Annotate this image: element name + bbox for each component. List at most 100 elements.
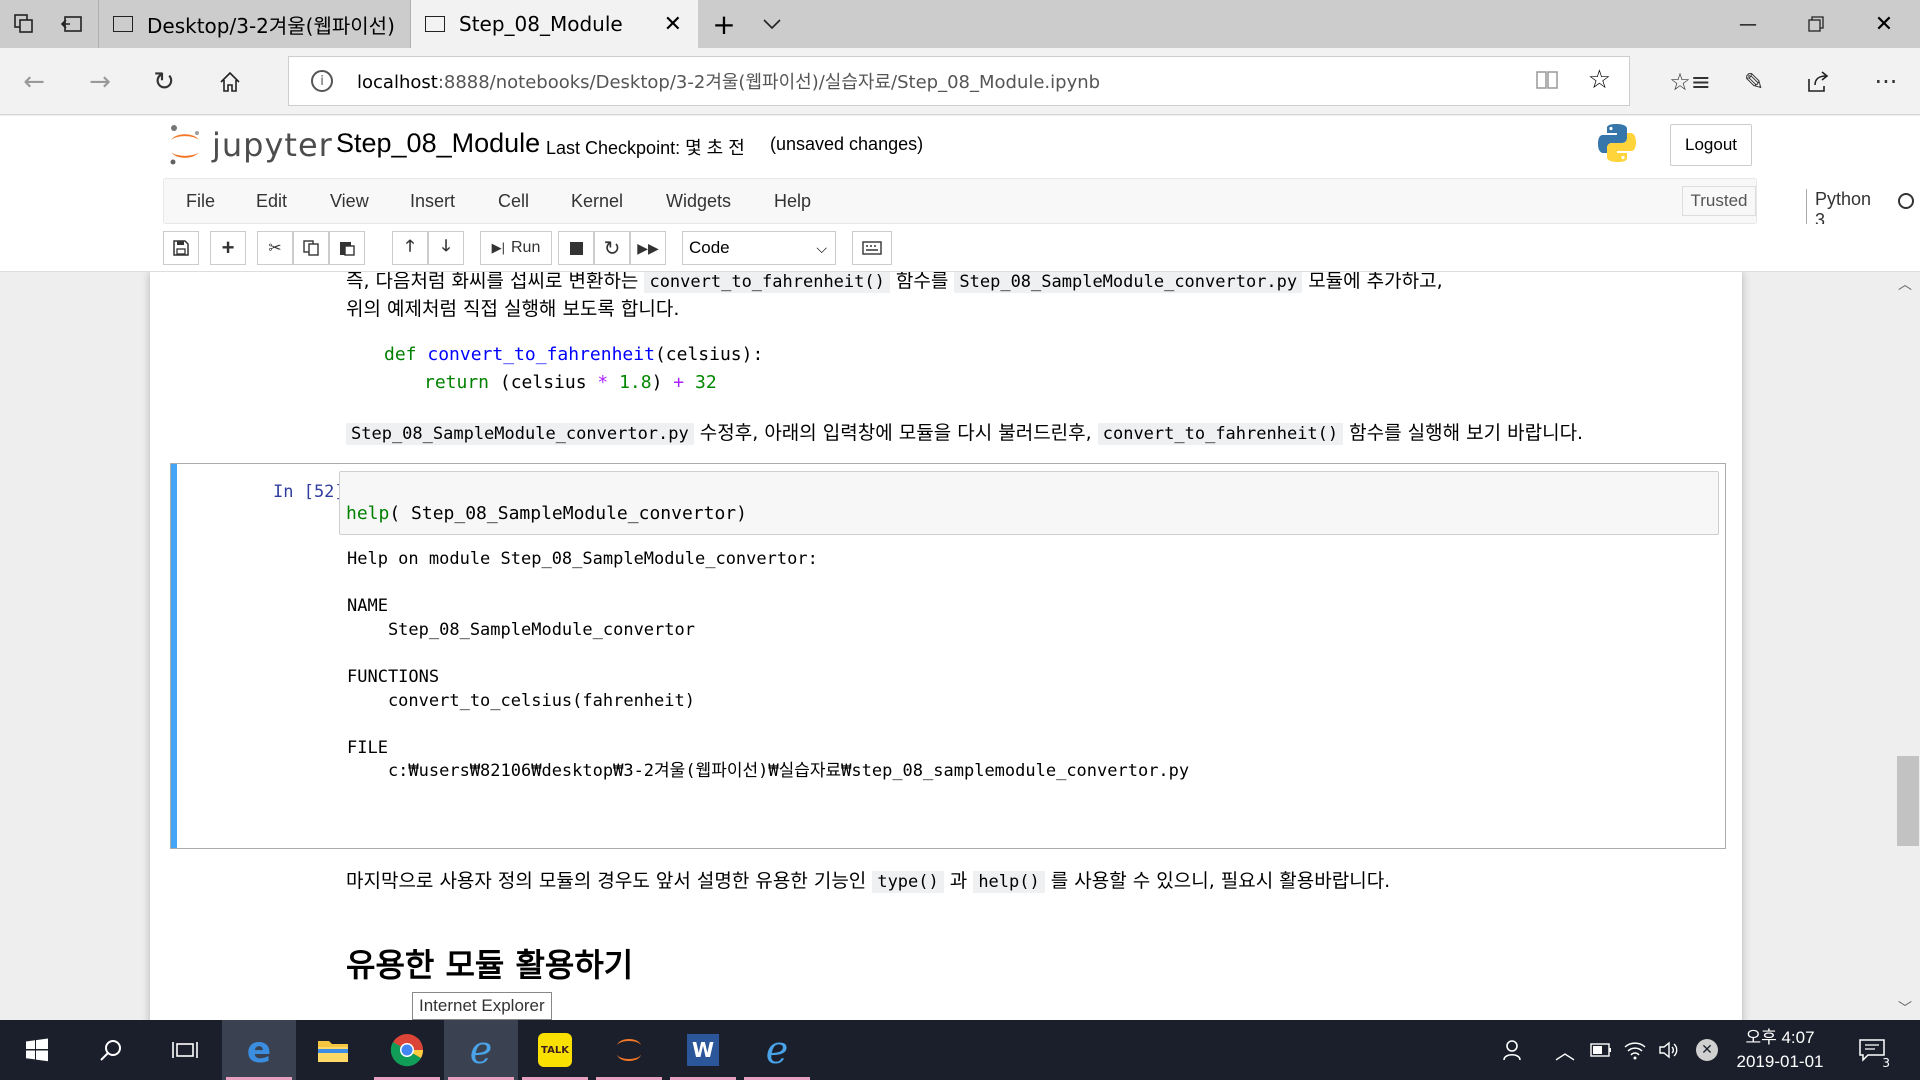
scrollbar-thumb[interactable]	[1897, 756, 1919, 846]
url-text[interactable]: localhost:8888/notebooks/Desktop/3-2겨울(웹…	[357, 68, 1100, 94]
search-button[interactable]	[74, 1020, 148, 1080]
action-center-button[interactable]: 3	[1850, 1020, 1894, 1080]
back-tabs-icon[interactable]	[48, 0, 96, 48]
home-icon[interactable]	[206, 58, 254, 106]
markdown-paragraph: 마지막으로 사용자 정의 모듈의 경우도 앞서 설명한 유용한 기능인 type…	[346, 870, 1391, 893]
new-tab-icon[interactable]: +	[700, 0, 748, 48]
more-icon[interactable]: ···	[1858, 58, 1914, 106]
back-icon[interactable]: ←	[10, 58, 58, 106]
markdown-paragraph: 위의 예제처럼 직접 실행해 보도록 합니다.	[346, 298, 680, 320]
inline-code: Step_08_SampleModule_convertor.py	[954, 272, 1303, 293]
notebook-title[interactable]: Step_08_Module	[336, 128, 540, 159]
scroll-down-icon[interactable]: ﹀	[1898, 998, 1912, 1018]
refresh-icon[interactable]: ↻	[140, 58, 188, 106]
taskbar-tooltip: Internet Explorer	[412, 992, 552, 1020]
chevron-down-icon[interactable]	[748, 0, 796, 48]
menu-file[interactable]: File	[186, 191, 215, 212]
menu-widgets[interactable]: Widgets	[666, 191, 731, 212]
scroll-up-icon[interactable]: ︿	[1898, 274, 1912, 294]
share-icon[interactable]	[1790, 58, 1846, 106]
taskbar-word[interactable]: W	[666, 1020, 740, 1080]
menu-edit[interactable]: Edit	[256, 191, 287, 212]
cut-button[interactable]: ✂	[257, 231, 293, 265]
insert-cell-button[interactable]: +	[210, 231, 246, 265]
scissors-icon: ✂	[268, 240, 282, 257]
tab-desktop-folder[interactable]: Desktop/3-2겨울(웹파이선)	[98, 0, 411, 48]
notebook-container: 즉, 다음처럼 화씨를 섭씨로 변환하는 convert_to_fahrenhe…	[150, 272, 1742, 1020]
menu-kernel[interactable]: Kernel	[571, 191, 623, 212]
pen-icon[interactable]: ✎	[1726, 58, 1782, 106]
copy-button[interactable]	[293, 231, 329, 265]
run-button[interactable]: ▶| Run	[480, 231, 552, 265]
inline-code: convert_to_fahrenheit()	[1097, 423, 1344, 445]
search-icon	[100, 1040, 121, 1061]
start-button[interactable]	[0, 1020, 74, 1080]
fast-forward-icon: ▶▶	[637, 239, 659, 256]
paste-button[interactable]	[329, 231, 365, 265]
restart-button[interactable]: ↻	[594, 231, 630, 265]
code-input-area[interactable]: help( Step_08_SampleModule_convertor)	[339, 471, 1719, 535]
windows-icon	[26, 1038, 48, 1062]
forward-icon[interactable]: →	[76, 58, 124, 106]
minimize-icon[interactable]: —	[1714, 0, 1782, 48]
show-hidden-icons-icon[interactable]: ︿	[1548, 1020, 1582, 1080]
trusted-indicator[interactable]: Trusted	[1682, 186, 1756, 216]
restore-icon[interactable]	[1782, 0, 1850, 48]
menubar-container: File Edit View Insert Cell Kernel Widget…	[163, 178, 1914, 231]
restart-run-all-button[interactable]: ▶▶	[630, 231, 666, 265]
taskbar-internet-explorer-2[interactable]: e	[740, 1020, 814, 1080]
inline-code: help()	[973, 871, 1045, 893]
dismiss-icon[interactable]: ✕	[1690, 1020, 1724, 1080]
move-down-button[interactable]: 🡓	[428, 231, 464, 265]
jupyter-logo[interactable]: jupyter	[168, 124, 333, 166]
menu-insert[interactable]: Insert	[410, 191, 455, 212]
interrupt-button[interactable]	[558, 231, 594, 265]
jupyter-icon	[617, 1039, 641, 1061]
command-palette-button[interactable]	[852, 231, 892, 265]
code-cell-selected[interactable]: In [52]: help( Step_08_SampleModule_conv…	[170, 463, 1726, 849]
menu-help[interactable]: Help	[774, 191, 811, 212]
save-button[interactable]	[163, 231, 199, 265]
python-logo-icon	[1596, 122, 1638, 168]
task-view-button[interactable]	[148, 1020, 222, 1080]
run-label: Run	[511, 239, 541, 256]
taskbar-file-explorer[interactable]	[296, 1020, 370, 1080]
edge-icon: e	[246, 1029, 272, 1071]
taskbar-internet-explorer[interactable]: e	[444, 1020, 518, 1080]
info-icon[interactable]: i	[311, 70, 333, 92]
code-block-line: return (celsius * 1.8) + 32	[424, 372, 717, 393]
reading-view-icon[interactable]	[1535, 69, 1559, 95]
volume-icon[interactable]	[1652, 1020, 1686, 1080]
arrow-down-icon: 🡓	[441, 237, 451, 255]
vertical-scrollbar[interactable]	[1895, 272, 1920, 1020]
taskbar-jupyter[interactable]	[592, 1020, 666, 1080]
clock-date: 2019-01-01	[1736, 1052, 1824, 1071]
notebook-scroll-area[interactable]: 즉, 다음처럼 화씨를 섭씨로 변환하는 convert_to_fahrenhe…	[0, 272, 1895, 1020]
taskbar-kakaotalk[interactable]: TALK	[518, 1020, 592, 1080]
wifi-icon[interactable]	[1618, 1020, 1652, 1080]
internet-explorer-icon: e	[469, 1028, 493, 1072]
system-clock[interactable]: 오후 4:07 2019-01-01	[1730, 1026, 1830, 1074]
address-bar[interactable]: i localhost:8888/notebooks/Desktop/3-2겨울…	[288, 56, 1630, 106]
close-window-icon[interactable]: ✕	[1850, 0, 1918, 48]
menu-view[interactable]: View	[330, 191, 369, 212]
checkpoint-status: Last Checkpoint: 몇 초 전	[546, 138, 745, 158]
tab-step-08-module[interactable]: Step_08_Module ✕	[411, 0, 698, 48]
inline-code: type()	[872, 871, 944, 893]
menubar: File Edit View Insert Cell Kernel Widget…	[0, 178, 1920, 231]
cell-selection-bar	[171, 464, 177, 848]
logout-button[interactable]: Logout	[1670, 124, 1752, 166]
favorites-icon[interactable]: ☆≡	[1662, 58, 1718, 106]
battery-icon[interactable]	[1584, 1020, 1618, 1080]
cell-type-select[interactable]: Code ⌵	[682, 231, 836, 265]
favorite-star-icon[interactable]: ☆	[1588, 65, 1611, 95]
move-up-button[interactable]: 🡑	[392, 231, 428, 265]
tab-manager-icon[interactable]	[0, 0, 48, 48]
menu-cell[interactable]: Cell	[498, 191, 529, 212]
people-icon[interactable]	[1494, 1020, 1534, 1080]
close-icon[interactable]: ✕	[664, 12, 682, 37]
arrow-up-icon: 🡑	[405, 237, 415, 255]
taskbar-chrome[interactable]	[370, 1020, 444, 1080]
address-toolbar: ← → ↻ i localhost:8888/notebooks/Desktop…	[0, 48, 1920, 115]
taskbar-edge[interactable]: e	[222, 1020, 296, 1080]
